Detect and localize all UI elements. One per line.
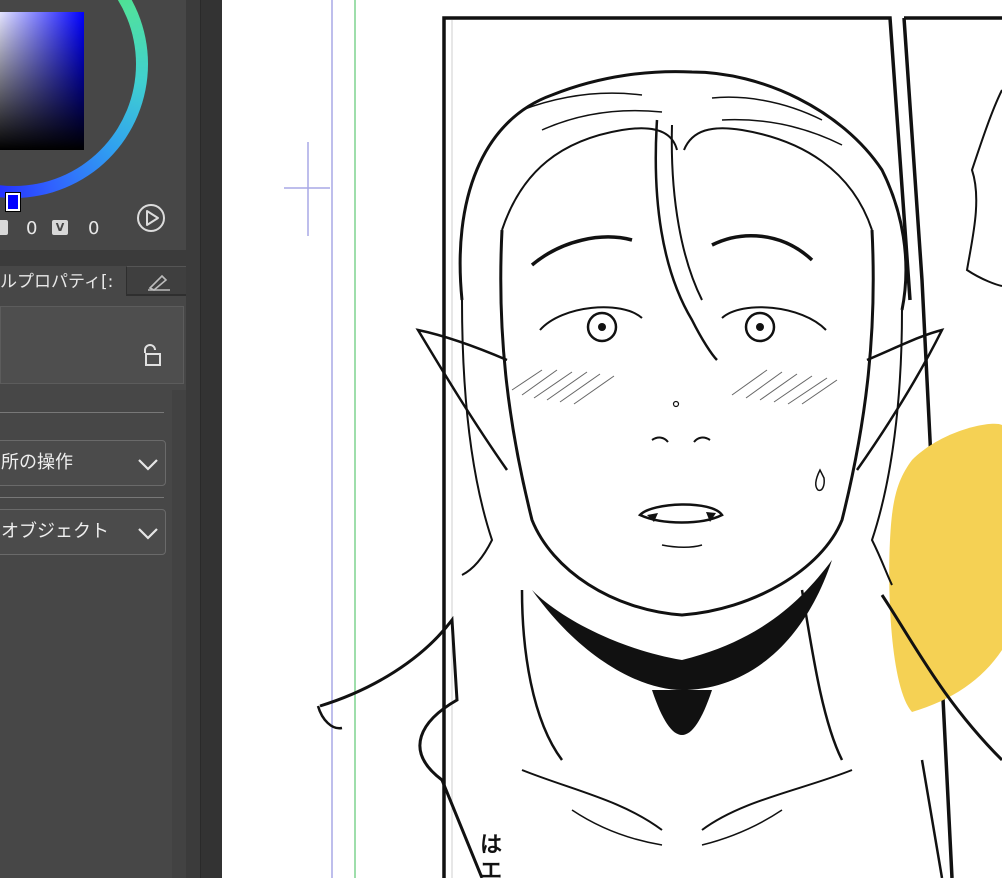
play-icon[interactable]	[136, 203, 166, 233]
tab-tool-property-label: ルプロパティ[:	[0, 272, 114, 292]
speech-char-2: エ	[480, 859, 502, 878]
s-label-box	[0, 220, 8, 235]
dropdown-object-label: オブジェクト	[1, 521, 109, 542]
lock-icon[interactable]	[140, 343, 164, 369]
color-wheel[interactable]	[0, 0, 186, 200]
tab-tool-property[interactable]: ルプロパティ[:	[0, 266, 126, 296]
hair-strand	[654, 119, 718, 361]
panel-scrollbar[interactable]	[172, 390, 186, 878]
s-value: 0	[26, 218, 38, 239]
main-color-swatch[interactable]	[5, 192, 21, 212]
pen-icon[interactable]	[146, 272, 172, 292]
panel-separator	[0, 250, 186, 266]
v-label-box: V	[52, 220, 68, 235]
face-outline	[499, 229, 875, 617]
chevron-down-icon	[138, 528, 158, 540]
panel-splitter[interactable]	[200, 0, 223, 878]
hair-outline	[458, 70, 908, 311]
divider-top	[0, 412, 164, 413]
dropdown-operation[interactable]: 所の操作	[0, 440, 166, 486]
chevron-down-icon	[138, 459, 158, 471]
speech-char-1: は	[480, 833, 502, 858]
dropdown-operation-label: 所の操作	[1, 452, 73, 473]
drawing-canvas[interactable]: は エ	[222, 0, 1002, 878]
tab-underline	[126, 294, 186, 296]
saturation-value-square[interactable]	[0, 12, 84, 150]
divider-middle	[0, 497, 164, 498]
left-panel: 0 V 0 ルプロパティ[: 所の操作 オブジェクト	[0, 0, 223, 878]
panel-gutter	[186, 0, 200, 878]
v-value: 0	[88, 218, 100, 239]
yellow-paint-blob	[889, 423, 1002, 712]
manga-artwork: は エ	[284, 0, 1002, 878]
dropdown-object[interactable]: オブジェクト	[0, 509, 166, 555]
